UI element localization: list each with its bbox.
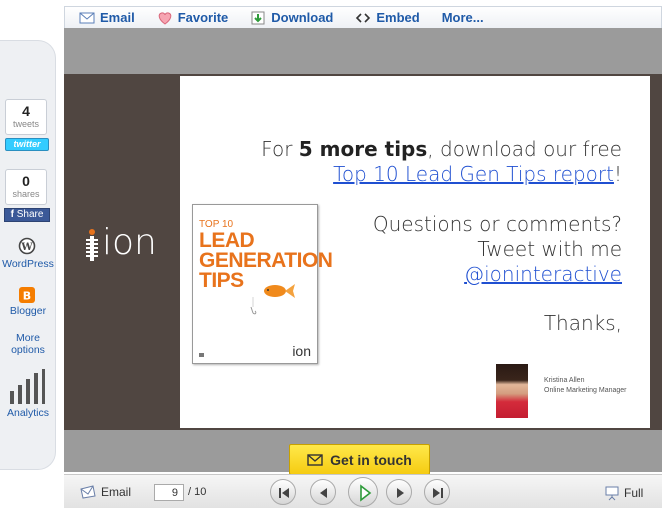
book-title-line2: GENERATION bbox=[199, 249, 333, 272]
svg-text:W: W bbox=[20, 242, 33, 253]
analytics-bars-icon[interactable] bbox=[8, 367, 46, 405]
report-cover-image: TOP 10 LEAD GENERATION TIPS ion bbox=[192, 204, 333, 364]
facebook-share-button[interactable]: f Share bbox=[4, 208, 50, 222]
tips-line: For 5 more tips, download our free bbox=[261, 137, 622, 161]
heart-icon bbox=[158, 11, 171, 25]
envelope-icon bbox=[79, 12, 95, 23]
top-toolbar: Email Favorite Download Embed More... bbox=[64, 6, 662, 28]
skip-first-icon bbox=[279, 488, 289, 498]
analytics-link[interactable]: Analytics bbox=[0, 407, 56, 419]
tips-line-post: , download our free bbox=[427, 137, 622, 161]
tips-line-pre: For bbox=[261, 137, 299, 161]
play-icon bbox=[360, 484, 372, 502]
download-label: Download bbox=[271, 10, 334, 25]
more-options-line2: options bbox=[11, 344, 45, 356]
twitter-handle-link[interactable]: @ioninteractive bbox=[464, 262, 622, 286]
envelope-icon bbox=[307, 453, 323, 466]
share-count: 0 bbox=[22, 173, 30, 189]
tweet-count: 4 bbox=[22, 103, 30, 119]
playback-controls: Email / 10 Full bbox=[64, 474, 662, 508]
ion-logo-text: ion bbox=[102, 222, 157, 263]
more-button[interactable]: More... bbox=[442, 10, 484, 25]
more-options-line1: More bbox=[16, 332, 40, 344]
tweet-count-label: tweets bbox=[12, 119, 39, 129]
email-button[interactable]: Email bbox=[79, 10, 135, 25]
report-line-post: ! bbox=[613, 162, 622, 186]
thanks-line: Thanks, bbox=[543, 311, 622, 335]
book-logo-text: ion bbox=[292, 343, 311, 359]
paper-plane-envelope-icon bbox=[80, 485, 96, 499]
download-icon bbox=[251, 11, 265, 24]
share-panel: 4 tweets twitter 0 shares f Share W Word… bbox=[0, 40, 56, 470]
control-email-button[interactable]: Email bbox=[80, 485, 131, 499]
fullscreen-label: Full bbox=[624, 486, 644, 500]
last-slide-button[interactable] bbox=[424, 479, 450, 505]
code-brackets-icon bbox=[356, 12, 371, 23]
author-caption: Kristina Allen Online Marketing Manager bbox=[544, 376, 627, 396]
slideshow-embed: Email Favorite Download Embed More... 4 … bbox=[0, 0, 672, 512]
report-line: Top 10 Lead Gen Tips report! bbox=[333, 162, 622, 186]
author-title: Online Marketing Manager bbox=[544, 387, 627, 394]
facebook-f-icon: f bbox=[10, 209, 14, 220]
blogger-link[interactable]: Blogger bbox=[0, 305, 56, 317]
next-icon bbox=[397, 488, 404, 498]
get-in-touch-label: Get in touch bbox=[330, 451, 412, 468]
wordpress-link[interactable]: WordPress bbox=[0, 258, 56, 270]
book-title-line1: LEAD bbox=[199, 229, 255, 252]
embed-button[interactable]: Embed bbox=[355, 10, 420, 25]
ion-logo: ion bbox=[84, 222, 157, 263]
book-ion-logo: ion bbox=[292, 343, 311, 359]
more-options-link[interactable]: More options bbox=[0, 332, 56, 356]
favorite-button[interactable]: Favorite bbox=[157, 10, 229, 25]
favorite-label: Favorite bbox=[177, 10, 229, 25]
tweet-line: Tweet with me bbox=[477, 237, 622, 261]
embed-label: Embed bbox=[376, 10, 420, 25]
page-number-input[interactable] bbox=[154, 484, 184, 501]
slide-viewer: ion For 5 more tips, download our free T… bbox=[64, 28, 662, 472]
book-footer-mark bbox=[199, 353, 204, 357]
more-label: More... bbox=[441, 10, 484, 25]
play-button[interactable] bbox=[348, 477, 378, 507]
email-label: Email bbox=[100, 10, 135, 25]
download-button[interactable]: Download bbox=[250, 10, 333, 25]
next-slide-button[interactable] bbox=[386, 479, 412, 505]
blogger-icon[interactable]: B bbox=[18, 286, 36, 304]
twitter-button[interactable]: twitter bbox=[5, 138, 49, 151]
previous-slide-button[interactable] bbox=[310, 479, 336, 505]
author-photo bbox=[496, 364, 528, 418]
skip-last-icon bbox=[433, 488, 443, 498]
get-in-touch-button[interactable]: Get in touch bbox=[289, 444, 430, 475]
facebook-share-label: Share bbox=[16, 209, 44, 220]
fullscreen-button[interactable]: Full bbox=[604, 485, 643, 501]
first-slide-button[interactable] bbox=[270, 479, 296, 505]
previous-icon bbox=[320, 488, 327, 498]
questions-line: Questions or comments? bbox=[372, 212, 622, 236]
projector-screen-icon bbox=[605, 486, 619, 501]
wordpress-icon[interactable]: W bbox=[18, 237, 36, 255]
report-link[interactable]: Top 10 Lead Gen Tips report bbox=[333, 162, 614, 186]
tweet-count-box: 4 tweets bbox=[5, 99, 47, 135]
author-name: Kristina Allen bbox=[544, 377, 585, 384]
page-total: / 10 bbox=[188, 486, 207, 498]
share-count-label: shares bbox=[12, 189, 40, 199]
goldfish-icon bbox=[250, 284, 295, 315]
svg-text:B: B bbox=[23, 290, 31, 303]
share-count-box: 0 shares bbox=[5, 169, 47, 205]
tips-line-bold: 5 more tips bbox=[298, 137, 428, 161]
control-email-label: Email bbox=[101, 485, 132, 499]
